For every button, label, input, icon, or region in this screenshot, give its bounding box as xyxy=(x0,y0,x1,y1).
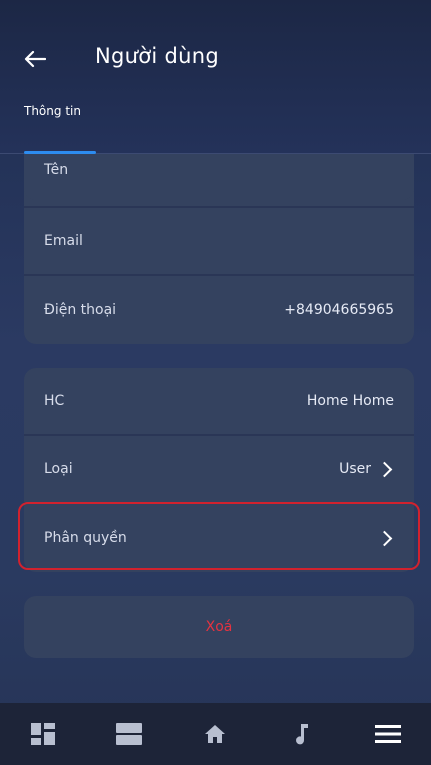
nav-music[interactable] xyxy=(277,709,327,759)
arrow-left-icon xyxy=(24,50,46,68)
page-title-overlay: Người dùng xyxy=(95,44,219,68)
music-icon xyxy=(295,724,308,745)
delete-button[interactable]: Xoá xyxy=(24,596,414,658)
name-field-visible[interactable]: Tên xyxy=(24,154,414,200)
email-label: Email xyxy=(44,233,83,249)
chevron-right-icon xyxy=(376,461,393,477)
permission-field[interactable]: Phân quyền xyxy=(24,504,414,572)
type-value-group: User xyxy=(339,461,394,477)
settings-card: HC Home Home Loại User Phân quyền xyxy=(24,368,414,572)
header-backdrop xyxy=(0,0,431,154)
name-label-visible: Tên xyxy=(44,162,69,178)
hc-label: HC xyxy=(44,393,65,409)
type-field[interactable]: Loại User xyxy=(24,436,414,504)
nav-menu[interactable] xyxy=(363,709,413,759)
menu-icon xyxy=(374,725,401,743)
type-label: Loại xyxy=(44,461,73,477)
phone-field[interactable]: Điện thoại +84904665965 xyxy=(24,276,414,344)
tab-info-overlay[interactable]: Thông tin xyxy=(24,104,81,118)
type-value: User xyxy=(339,461,371,477)
nav-home[interactable] xyxy=(190,709,240,759)
email-field[interactable]: Email xyxy=(24,208,414,276)
hc-field[interactable]: HC Home Home xyxy=(24,368,414,436)
bottom-nav xyxy=(0,703,431,765)
chevron-right-icon xyxy=(376,530,393,546)
permission-label: Phân quyền xyxy=(44,530,127,546)
nav-dashboard[interactable] xyxy=(18,709,68,759)
nav-rooms[interactable] xyxy=(104,709,154,759)
home-icon xyxy=(205,725,226,743)
permission-value-group xyxy=(371,530,394,546)
hc-value: Home Home xyxy=(306,393,394,409)
phone-value: +84904665965 xyxy=(284,302,394,318)
rooms-icon xyxy=(116,723,143,745)
back-button-overlay[interactable] xyxy=(20,44,50,74)
phone-label: Điện thoại xyxy=(44,302,117,318)
dashboard-icon xyxy=(31,723,56,745)
